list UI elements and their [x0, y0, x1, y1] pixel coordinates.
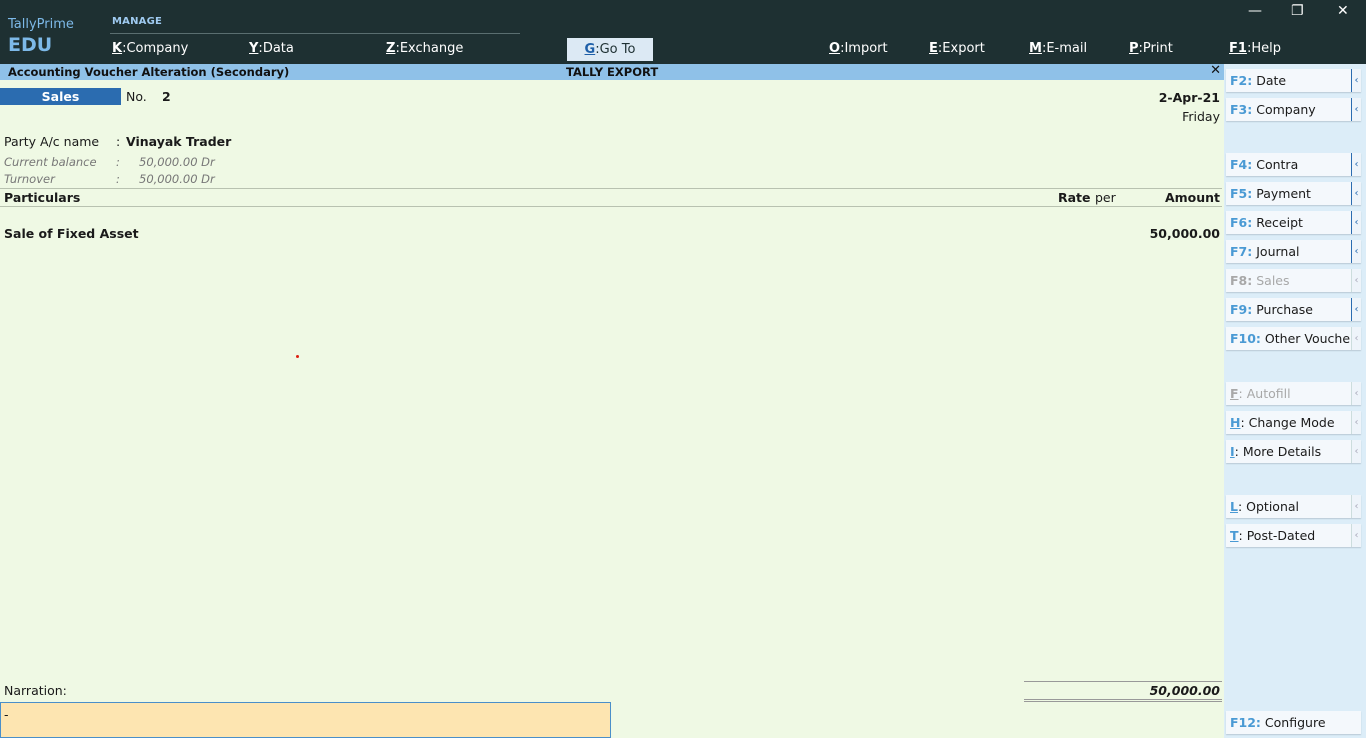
party-name-field[interactable]: Vinayak Trader: [126, 134, 231, 149]
chevron-left-icon: ‹: [1351, 411, 1361, 434]
manage-divider: [110, 33, 520, 34]
chevron-left-icon: ‹: [1351, 269, 1361, 292]
sidebar-button-contra[interactable]: F4: Contra ‹: [1226, 153, 1361, 176]
minimize-icon[interactable]: —: [1248, 3, 1262, 19]
turnover-label: Turnover: [4, 172, 55, 186]
button-panel: F2: Date ‹ F3: Company ‹ F4: Contra ‹ F5: P…: [1224, 64, 1366, 738]
total-amount: 50,000.00: [1149, 683, 1220, 698]
total-divider-bottom: [1024, 699, 1222, 700]
chevron-left-icon: ‹: [1351, 182, 1361, 205]
header-divider-top: [0, 188, 1222, 189]
sidebar-button-purchase[interactable]: F9: Purchase ‹: [1226, 298, 1361, 321]
total-divider-double: [1024, 701, 1222, 702]
chevron-left-icon: ‹: [1351, 211, 1361, 234]
column-header-particulars: Particulars: [4, 190, 81, 205]
ledger-row-amount[interactable]: 50,000.00: [1150, 226, 1220, 241]
screen-title: Accounting Voucher Alteration (Secondary…: [8, 65, 290, 79]
sidebar-button-company[interactable]: F3: Company ‹: [1226, 98, 1361, 121]
voucher-type-badge[interactable]: Sales: [0, 88, 121, 105]
close-icon[interactable]: ✕: [1210, 63, 1221, 78]
narration-label: Narration:: [4, 683, 67, 698]
voucher-day: Friday: [1182, 109, 1220, 124]
chevron-left-icon: ‹: [1351, 382, 1361, 405]
menu-goto[interactable]: G:Go To: [567, 38, 653, 61]
menu-data[interactable]: Y:Data: [249, 41, 294, 56]
menu-help[interactable]: F1:Help: [1229, 41, 1281, 56]
sidebar-button-payment[interactable]: F5: Payment ‹: [1226, 182, 1361, 205]
chevron-left-icon: ‹: [1351, 69, 1361, 92]
party-colon: :: [116, 134, 121, 149]
app-brand: TallyPrime: [8, 17, 74, 32]
menu-company[interactable]: K:Company: [112, 41, 188, 56]
chevron-left-icon: ‹: [1351, 524, 1361, 547]
chevron-left-icon: ‹: [1351, 440, 1361, 463]
column-header-amount: Amount: [1164, 190, 1220, 205]
party-label: Party A/c name: [4, 134, 100, 149]
narration-value: -: [4, 707, 9, 722]
header-divider-bottom: [0, 206, 1222, 207]
chevron-left-icon: ‹: [1351, 495, 1361, 518]
sidebar-button-post-dated[interactable]: T: Post-Dated ‹: [1226, 524, 1361, 547]
turnover-value: 50,000.00 Dr: [139, 172, 215, 186]
menu-export[interactable]: E:Export: [929, 41, 985, 56]
turnover-colon: :: [116, 172, 120, 186]
menu-import[interactable]: O:Import: [829, 41, 888, 56]
manage-section-label: MANAGE: [112, 16, 163, 27]
chevron-left-icon: ‹: [1351, 153, 1361, 176]
column-header-rate: Rate: [1058, 190, 1091, 205]
voucher-no-label: No.: [126, 89, 147, 104]
menu-exchange[interactable]: Z:Exchange: [386, 41, 463, 56]
app-edition: EDU: [8, 34, 53, 56]
sidebar-button-sales[interactable]: F8: Sales ‹: [1226, 269, 1361, 292]
sidebar-button-autofill[interactable]: F: Autofill ‹: [1226, 382, 1361, 405]
restore-icon[interactable]: ❐: [1291, 3, 1304, 19]
cursor-marker: [296, 355, 299, 358]
current-balance-colon: :: [116, 155, 120, 169]
sidebar-button-other-vouchers[interactable]: F10: Other Vouchers ‹: [1226, 327, 1362, 350]
top-menu-bar: TallyPrime EDU MANAGE K:Company Y:Data Z…: [0, 0, 1366, 64]
voucher-no: 2: [162, 89, 171, 104]
sidebar-button-journal[interactable]: F7: Journal ‹: [1226, 240, 1361, 263]
sidebar-button-more-details[interactable]: I: More Details ‹: [1226, 440, 1361, 463]
voucher-title-bar: Accounting Voucher Alteration (Secondary…: [0, 63, 1224, 80]
total-divider-top: [1024, 681, 1222, 682]
ledger-row-name[interactable]: Sale of Fixed Asset: [4, 226, 139, 241]
chevron-left-icon: ‹: [1351, 98, 1361, 121]
sidebar-button-change-mode[interactable]: H: Change Mode ‹: [1226, 411, 1361, 434]
menu-print[interactable]: P:Print: [1129, 41, 1173, 56]
close-window-icon[interactable]: ✕: [1337, 3, 1349, 19]
sidebar-button-optional[interactable]: L: Optional ‹: [1226, 495, 1361, 518]
voucher-date[interactable]: 2-Apr-21: [1159, 90, 1220, 105]
menu-email[interactable]: M:E-mail: [1029, 41, 1087, 56]
company-title: TALLY EXPORT: [566, 65, 659, 79]
current-balance-value: 50,000.00 Dr: [139, 155, 215, 169]
chevron-left-icon: ‹: [1351, 240, 1361, 263]
chevron-left-icon: ‹: [1351, 327, 1361, 350]
column-header-per: per: [1095, 190, 1116, 205]
sidebar-button-date[interactable]: F2: Date ‹: [1226, 69, 1361, 92]
current-balance-label: Current balance: [4, 155, 97, 169]
narration-input[interactable]: -: [0, 702, 611, 738]
sidebar-button-receipt[interactable]: F6: Receipt ‹: [1226, 211, 1361, 234]
chevron-left-icon: ‹: [1351, 298, 1361, 321]
sidebar-button-configure[interactable]: F12: Configure: [1226, 711, 1361, 734]
